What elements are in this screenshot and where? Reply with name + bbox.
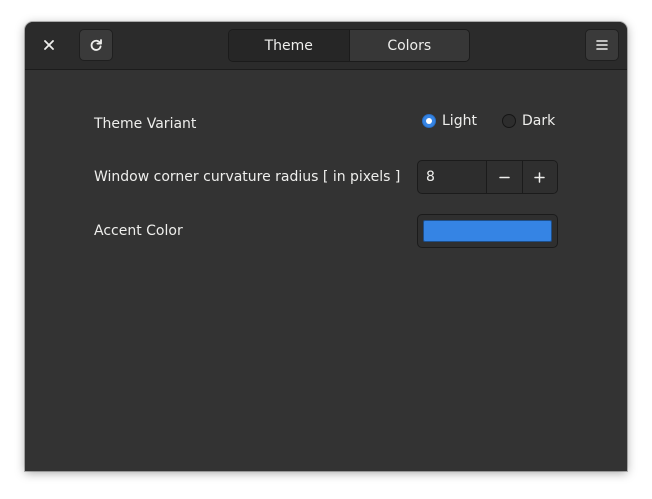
radio-unchecked-icon (502, 114, 516, 128)
corner-radius-input[interactable]: 8 (418, 161, 486, 193)
increment-button[interactable] (521, 161, 557, 193)
accent-color-label: Accent Color (94, 223, 183, 239)
theme-dark-radio[interactable]: Dark (502, 113, 555, 129)
close-icon (44, 40, 54, 50)
main-menu-button[interactable] (585, 29, 619, 61)
theme-dark-label: Dark (522, 113, 556, 129)
reload-button[interactable] (79, 29, 113, 61)
hamburger-menu-icon (596, 40, 608, 50)
reload-icon (90, 39, 102, 51)
theme-light-radio[interactable]: Light (422, 113, 477, 129)
preferences-window: Theme Colors Theme Variant Light Dark Wi… (25, 22, 627, 471)
header-bar: Theme Colors (25, 22, 627, 70)
theme-light-label: Light (442, 113, 477, 129)
tab-theme[interactable]: Theme (229, 30, 349, 61)
radio-checked-icon (422, 114, 436, 128)
decrement-button[interactable] (486, 161, 522, 193)
close-button[interactable] (32, 29, 66, 61)
corner-radius-label: Window corner curvature radius [ in pixe… (94, 169, 401, 185)
tab-colors[interactable]: Colors (348, 30, 469, 61)
corner-radius-spinbutton: 8 (417, 160, 558, 194)
accent-color-button[interactable] (417, 214, 558, 248)
theme-variant-label: Theme Variant (94, 116, 197, 132)
minus-icon (499, 176, 510, 178)
plus-icon (534, 171, 546, 183)
accent-color-swatch (423, 220, 552, 242)
view-switcher: Theme Colors (228, 29, 470, 62)
